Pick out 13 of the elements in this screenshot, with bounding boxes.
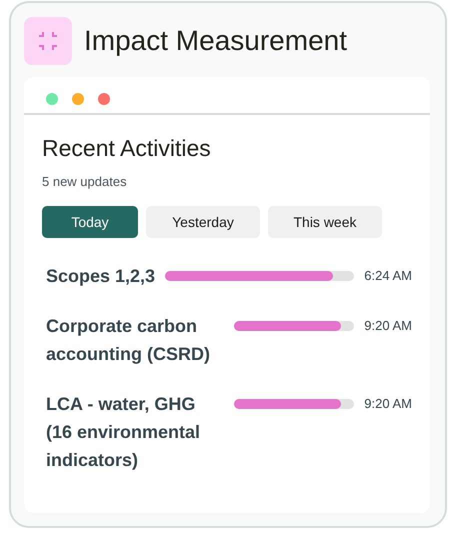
activity-name: Corporate carbon accounting (CSRD) bbox=[46, 315, 211, 366]
activity-time: 9:20 AM bbox=[364, 395, 412, 413]
activity-name: LCA - water, GHG (16 environmental indicators) bbox=[46, 393, 202, 472]
tab[interactable]: This week bbox=[268, 206, 382, 238]
activity-time: 9:20 AM bbox=[364, 317, 412, 335]
app-title: Impact Measurement bbox=[84, 25, 347, 57]
tab[interactable]: Yesterday bbox=[146, 206, 260, 238]
activity-time: 6:24 AM bbox=[364, 267, 412, 285]
panel-title: Recent Activities bbox=[42, 135, 212, 162]
activity-name: Scopes 1,2,3 bbox=[46, 265, 156, 288]
updates-count: 5 new updates bbox=[42, 174, 128, 189]
shrink-icon bbox=[24, 17, 72, 65]
tab[interactable]: Today bbox=[42, 206, 138, 238]
